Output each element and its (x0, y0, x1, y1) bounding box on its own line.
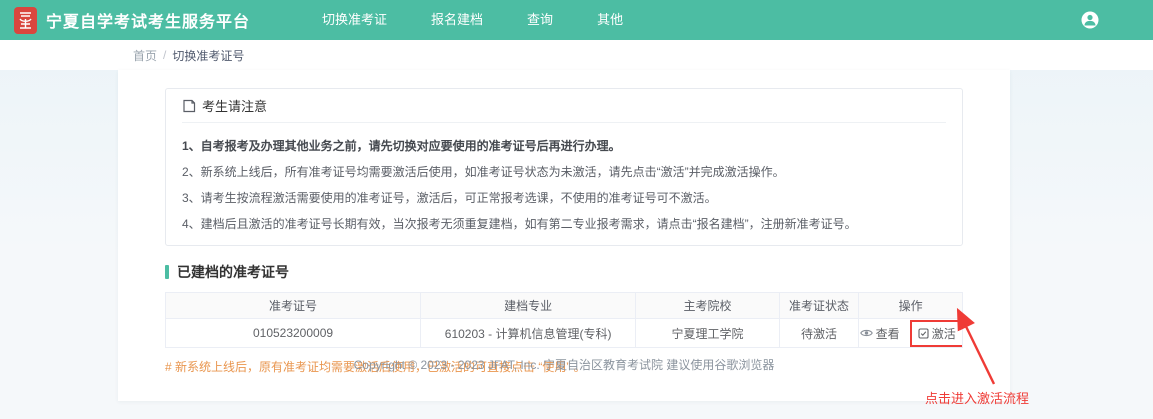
nav-item-query[interactable]: 查询 (505, 0, 575, 40)
nav-item-register[interactable]: 报名建档 (409, 0, 505, 40)
notice-item: 3、请考生按流程激活需要使用的准考证号，激活后，可正常报考选课，不使用的准考证号… (182, 191, 946, 205)
table-header-row: 准考证号 建档专业 主考院校 准考证状态 操作 (166, 293, 963, 319)
section-bar-icon (165, 265, 169, 279)
table-row: 010523200009 610203 - 计算机信息管理(专科) 宁夏理工学院… (166, 319, 963, 348)
col-header-status: 准考证状态 (779, 293, 859, 319)
col-header-college: 主考院校 (636, 293, 779, 319)
notice-title-row: 考生请注意 (182, 89, 946, 123)
breadcrumb: 首页 / 切换准考证号 (0, 40, 1153, 70)
brand: 宁夏自学考试考生服务平台 (14, 7, 250, 34)
main-panel: 考生请注意 1、自考报考及办理其他业务之前，请先切换对应要使用的准考证号后再进行… (118, 70, 1010, 401)
notice-item: 4、建档后且激活的准考证号长期有效，当次报考无须重复建档，如有第二专业报考需求，… (182, 217, 946, 231)
ticket-table: 准考证号 建档专业 主考院校 准考证状态 操作 010523200009 610… (165, 292, 963, 348)
cell-college: 宁夏理工学院 (636, 319, 779, 348)
app-title: 宁夏自学考试考生服务平台 (46, 8, 250, 32)
cell-ticket-no: 010523200009 (166, 319, 421, 348)
col-header-ticket-no: 准考证号 (166, 293, 421, 319)
breadcrumb-separator: / (163, 48, 166, 62)
view-button-label: 查看 (876, 325, 900, 342)
annotation-highlight-box: 激活 (910, 320, 963, 347)
notice-item: 2、新系统上线后，所有准考证号均需要激活后使用，如准考证号状态为未激活，请先点击… (182, 165, 946, 179)
section-title: 已建档的准考证号 (177, 262, 289, 282)
nav-item-switch-ticket[interactable]: 切换准考证 (300, 0, 409, 40)
cell-major: 610203 - 计算机信息管理(专科) (421, 319, 636, 348)
section-title-row: 已建档的准考证号 (165, 262, 963, 282)
user-avatar-icon[interactable] (1077, 7, 1103, 33)
activate-button[interactable]: 激活 (916, 323, 958, 344)
logo-icon (14, 7, 37, 34)
copyright: Copyright © 2023 - 2023 JFAT, Inc. 宁夏自治区… (118, 356, 1010, 373)
activate-icon (918, 328, 929, 339)
cell-actions: 查看 激活 (859, 319, 963, 348)
app-header: 宁夏自学考试考生服务平台 切换准考证 报名建档 查询 其他 (0, 0, 1153, 40)
nav-item-other[interactable]: 其他 (575, 0, 645, 40)
breadcrumb-current: 切换准考证号 (172, 47, 244, 64)
view-button[interactable]: 查看 (859, 323, 902, 344)
eye-icon (860, 328, 873, 338)
notice-icon (182, 99, 196, 113)
notice-card: 考生请注意 1、自考报考及办理其他业务之前，请先切换对应要使用的准考证号后再进行… (165, 88, 963, 246)
activate-button-label: 激活 (932, 325, 956, 342)
cell-status: 待激活 (779, 319, 859, 348)
col-header-major: 建档专业 (421, 293, 636, 319)
main-nav: 切换准考证 报名建档 查询 其他 (300, 0, 645, 40)
notice-item: 1、自考报考及办理其他业务之前，请先切换对应要使用的准考证号后再进行办理。 (182, 139, 946, 153)
notice-title: 考生请注意 (202, 96, 267, 115)
col-header-actions: 操作 (859, 293, 963, 319)
breadcrumb-home[interactable]: 首页 (133, 47, 157, 64)
notice-list: 1、自考报考及办理其他业务之前，请先切换对应要使用的准考证号后再进行办理。 2、… (182, 123, 946, 231)
